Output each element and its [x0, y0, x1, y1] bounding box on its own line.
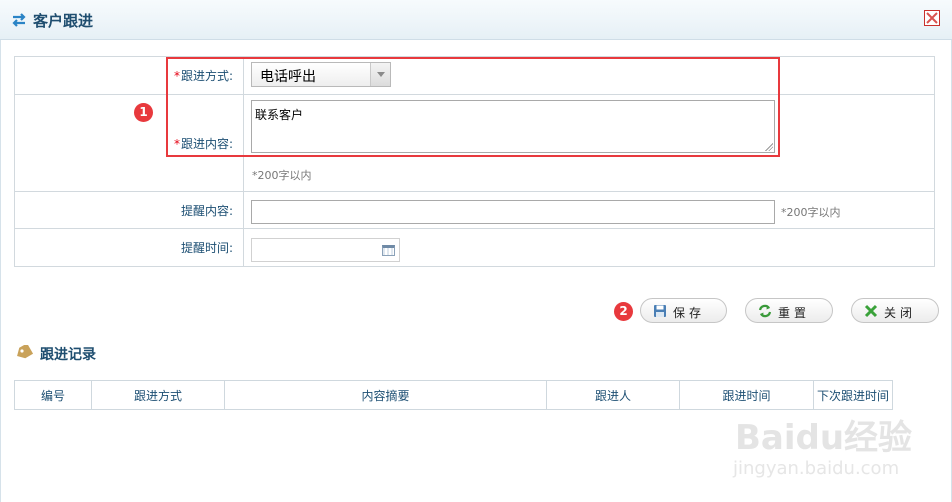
watermark-brand: Baidu经验 [735, 418, 913, 458]
tag-icon [17, 345, 33, 359]
floppy-disk-icon [654, 305, 666, 317]
annotation-badge-2: 2 [614, 302, 633, 321]
close-button[interactable]: 关闭 [851, 298, 939, 323]
save-label: 保存 [673, 306, 706, 320]
reminder-input[interactable] [251, 200, 775, 224]
column-header[interactable]: 下次跟进时间 [813, 380, 893, 410]
watermark-url: jingyan.baidu.com [733, 458, 900, 479]
reminder-hint: *200字以内 [781, 206, 841, 219]
remind-time-input[interactable] [251, 238, 400, 262]
annotation-highlight-box [166, 57, 780, 157]
remind-time-label: 提醒时间: [180, 241, 233, 255]
annotation-badge-1: 1 [134, 103, 153, 122]
column-header[interactable]: 跟进时间 [679, 380, 814, 410]
records-section-title: 跟进记录 [40, 347, 96, 363]
calendar-icon[interactable] [382, 245, 395, 256]
green-x-icon [864, 304, 878, 318]
content-hint: *200字以内 [252, 169, 312, 182]
close-label: 关闭 [884, 306, 917, 320]
reminder-label-cell: 提醒内容: [14, 191, 244, 229]
close-icon[interactable] [924, 10, 940, 26]
column-header[interactable]: 内容摘要 [224, 380, 547, 410]
dialog-title: 客户跟进 [33, 12, 94, 30]
save-button[interactable]: 保存 [640, 298, 727, 323]
column-header[interactable]: 跟进方式 [91, 380, 225, 410]
column-header[interactable]: 跟进人 [546, 380, 680, 410]
refresh-icon [758, 304, 772, 318]
dialog-titlebar: 客户跟进 [0, 0, 952, 40]
column-header[interactable]: 编号 [14, 380, 92, 410]
reminder-label: 提醒内容: [180, 203, 233, 218]
records-table: 编号 跟进方式 内容摘要 跟进人 跟进时间 下次跟进时间 [14, 380, 893, 410]
reset-label: 重置 [778, 306, 811, 320]
reset-button[interactable]: 重置 [745, 298, 833, 323]
swap-arrows-icon [12, 13, 26, 27]
records-header-row: 编号 跟进方式 内容摘要 跟进人 跟进时间 下次跟进时间 [14, 380, 893, 410]
remind-time-label-cell: 提醒时间: [14, 228, 244, 267]
